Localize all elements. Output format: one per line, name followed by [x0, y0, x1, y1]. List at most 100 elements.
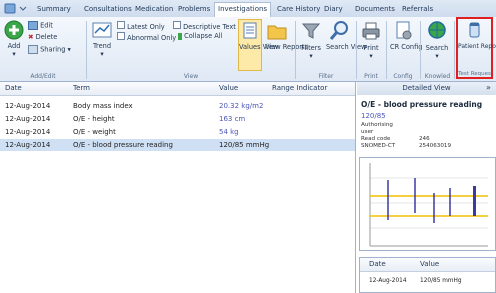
chevron-down-icon: ▾ — [12, 50, 16, 58]
group-label-test-reques: Test Reques — [458, 71, 491, 77]
view-reports-label: View Reports — [265, 43, 309, 51]
history-cell-value: 120/85 mmHg — [420, 278, 462, 284]
grid-header: Date Term Value Range Indicator — [0, 82, 355, 96]
print-button[interactable]: Print ▾ — [360, 20, 382, 70]
detail-title: O/E - blood pressure reading — [361, 100, 483, 109]
group-label-knowled: Knowled — [424, 73, 451, 80]
add-label: Add — [7, 42, 21, 50]
ribbon-tab-bar: Summary Consultations Medication Problem… — [0, 0, 496, 18]
delete-button[interactable]: ✖ Delete — [28, 33, 57, 41]
cell-term: Body mass index — [73, 102, 133, 110]
descriptive-text-checkbox[interactable]: Descriptive Text — [173, 21, 236, 31]
trend-button[interactable]: Trend ▾ — [90, 20, 114, 70]
cell-date: 12-Aug-2014 — [5, 141, 51, 149]
detail-authorising: Authorising — [361, 122, 393, 128]
column-header-date[interactable]: Date — [5, 82, 22, 95]
group-separator — [454, 21, 455, 79]
tab-documents[interactable]: Documents — [355, 3, 395, 16]
group-separator — [386, 21, 387, 79]
chevron-down-icon: ▾ — [369, 52, 373, 60]
checkbox-checked-icon — [173, 21, 181, 29]
tab-care-history[interactable]: Care History — [277, 3, 320, 16]
trend-label: Trend — [92, 42, 112, 50]
tab-referrals[interactable]: Referrals — [402, 3, 433, 16]
cr-config-button[interactable]: CR Config — [390, 20, 422, 70]
column-header-range-indicator[interactable]: Range Indicator — [272, 82, 327, 95]
investigations-grid: Date Term Value Range Indicator 12-Aug-2… — [0, 82, 356, 293]
cell-date: 12-Aug-2014 — [5, 102, 51, 110]
filter-funnel-icon — [301, 23, 321, 39]
search-label: Search — [425, 44, 449, 52]
search-view-button[interactable]: Search View — [326, 20, 367, 70]
read-code-label: Read code — [361, 136, 391, 142]
latest-only-checkbox[interactable]: Latest Only — [117, 21, 165, 31]
chevron-down-icon: ▾ — [435, 52, 439, 60]
tab-summary[interactable]: Summary — [37, 3, 71, 16]
search-button[interactable]: Search ▾ — [424, 20, 450, 70]
cell-value: 54 kg — [219, 128, 239, 136]
latest-only-label: Latest Only — [127, 23, 165, 31]
history-header-date[interactable]: Date — [369, 260, 386, 268]
trend-chart-icon — [92, 22, 112, 38]
group-label-config: Config — [393, 73, 413, 80]
tab-investigations[interactable]: Investigations — [214, 2, 272, 18]
patient-report-list-button[interactable]: Patient Report List Test Reques — [456, 17, 496, 79]
add-icon — [4, 20, 24, 40]
search-view-label: Search View — [326, 43, 367, 51]
values-view-button[interactable]: Values View — [238, 19, 279, 71]
globe-search-icon — [428, 21, 446, 39]
quick-access-icon[interactable] — [3, 2, 17, 15]
patient-report-list-label: Patient Report List — [458, 43, 496, 50]
column-header-value[interactable]: Value — [219, 82, 238, 95]
collapse-all-button[interactable]: Collapse All — [178, 32, 222, 40]
group-separator — [420, 21, 421, 79]
history-cell-date: 12-Aug-2014 — [369, 278, 407, 284]
table-row[interactable]: 12-Aug-2014 O/E - height 163 cm — [0, 113, 355, 125]
edit-button[interactable]: Edit — [28, 21, 53, 30]
abnormal-only-label: Abnormal Only — [127, 34, 177, 42]
detail-user: user — [361, 129, 374, 135]
add-button[interactable]: Add ▾ — [3, 20, 25, 70]
trend-mini-chart — [359, 157, 496, 251]
report-jar-icon — [469, 22, 480, 38]
checkbox-checked-icon — [117, 21, 125, 29]
tab-diary[interactable]: Diary — [324, 3, 343, 16]
column-header-term[interactable]: Term — [73, 82, 90, 95]
tab-problems[interactable]: Problems — [178, 3, 210, 16]
group-separator — [356, 21, 357, 79]
edit-label: Edit — [40, 21, 53, 30]
filters-label: Filters — [301, 44, 321, 52]
filters-button[interactable]: Filters ▾ — [300, 20, 322, 70]
descriptive-text-label: Descriptive Text — [183, 23, 236, 31]
chevron-down-icon: ▾ — [309, 52, 313, 60]
history-header-value[interactable]: Value — [420, 260, 439, 268]
group-label-add-edit: Add/Edit — [30, 73, 56, 80]
table-row-selected[interactable]: 12-Aug-2014 O/E - blood pressure reading… — [0, 139, 355, 151]
abnormal-only-checkbox[interactable]: Abnormal Only — [117, 32, 176, 42]
config-document-icon — [396, 21, 412, 40]
snomed-value: 254063019 — [419, 143, 452, 149]
cell-value: 20.32 kg/m2 — [219, 102, 264, 110]
magnifier-icon — [329, 21, 348, 40]
detailed-view-header: Detailed View — [357, 82, 496, 95]
cell-value: 163 cm — [219, 115, 246, 123]
table-row[interactable]: 12-Aug-2014 O/E - weight 54 kg — [0, 126, 355, 138]
table-row[interactable]: 12-Aug-2014 Body mass index 20.32 kg/m2 — [0, 100, 355, 112]
chevron-down-icon[interactable] — [18, 2, 28, 15]
collapse-all-label: Collapse All — [184, 32, 223, 40]
sharing-icon — [28, 45, 38, 54]
values-view-label: Values View — [239, 43, 279, 51]
group-label-view: View — [183, 73, 199, 80]
tab-consultations[interactable]: Consultations — [84, 3, 132, 16]
collapse-pane-button[interactable]: » — [486, 83, 491, 92]
chevron-down-icon: ▾ — [100, 50, 104, 58]
snomed-label: SNOMED-CT — [361, 143, 396, 149]
delete-label: Delete — [35, 33, 58, 41]
view-reports-button[interactable]: View Reports — [265, 20, 309, 70]
tab-medication[interactable]: Medication — [135, 3, 173, 16]
chart-bar-5 — [473, 186, 476, 216]
group-separator — [295, 21, 296, 79]
ribbon: Add ▾ Edit ✖ Delete Sharing ▾ Add/Edit T… — [0, 17, 496, 82]
sharing-button[interactable]: Sharing ▾ — [28, 45, 71, 54]
edit-icon — [28, 21, 38, 30]
